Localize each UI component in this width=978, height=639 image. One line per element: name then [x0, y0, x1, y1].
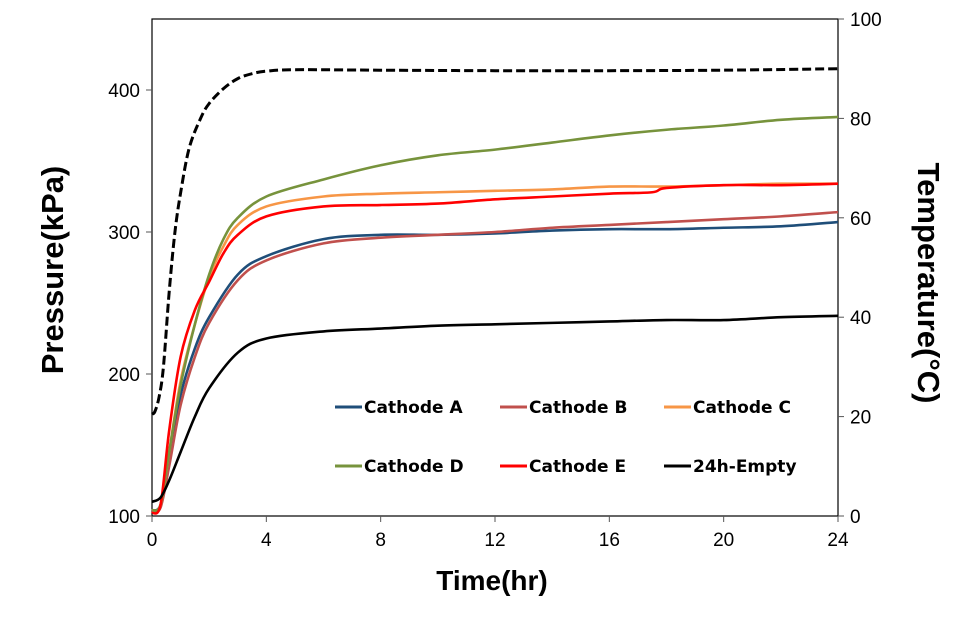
y-tick-label: 200 — [108, 365, 140, 386]
legend-label: 24h-Empty — [693, 457, 797, 477]
legend-label: Cathode D — [364, 457, 464, 477]
x-tick-label: 20 — [713, 530, 734, 551]
y2-tick-label: 60 — [850, 209, 871, 230]
y-axis-label: Pressure(kPa) — [35, 166, 70, 375]
x-axis-label: Time(hr) — [436, 565, 548, 596]
plot-area — [151, 18, 839, 517]
x-tick-label: 24 — [827, 530, 849, 551]
legend-label: Cathode B — [529, 398, 627, 418]
legend-label: Cathode C — [693, 398, 791, 418]
legend-label: Cathode A — [364, 398, 463, 418]
y-tick-label: 100 — [108, 507, 140, 528]
y2-tick-label: 80 — [850, 109, 871, 130]
x-tick-label: 0 — [147, 530, 158, 551]
y2-tick-label: 100 — [850, 10, 882, 31]
x-tick-label: 12 — [484, 530, 505, 551]
pressure-temperature-chart: 0 4 8 12 16 20 24 100 200 300 400 0 20 40 60 80 100 Cath… — [35, 10, 946, 596]
y-tick-label: 400 — [108, 81, 140, 102]
y2-tick-label: 20 — [850, 408, 871, 429]
x-tick-label: 16 — [599, 530, 620, 551]
legend-label: Cathode E — [529, 457, 626, 477]
y-tick-label: 300 — [108, 223, 140, 244]
y2-tick-label: 40 — [850, 308, 871, 329]
x-tick-label: 4 — [261, 530, 272, 551]
y2-tick-label: 0 — [850, 507, 861, 528]
x-tick-label: 8 — [375, 530, 386, 551]
y2-axis-label: Temperature(°C) — [911, 163, 946, 404]
